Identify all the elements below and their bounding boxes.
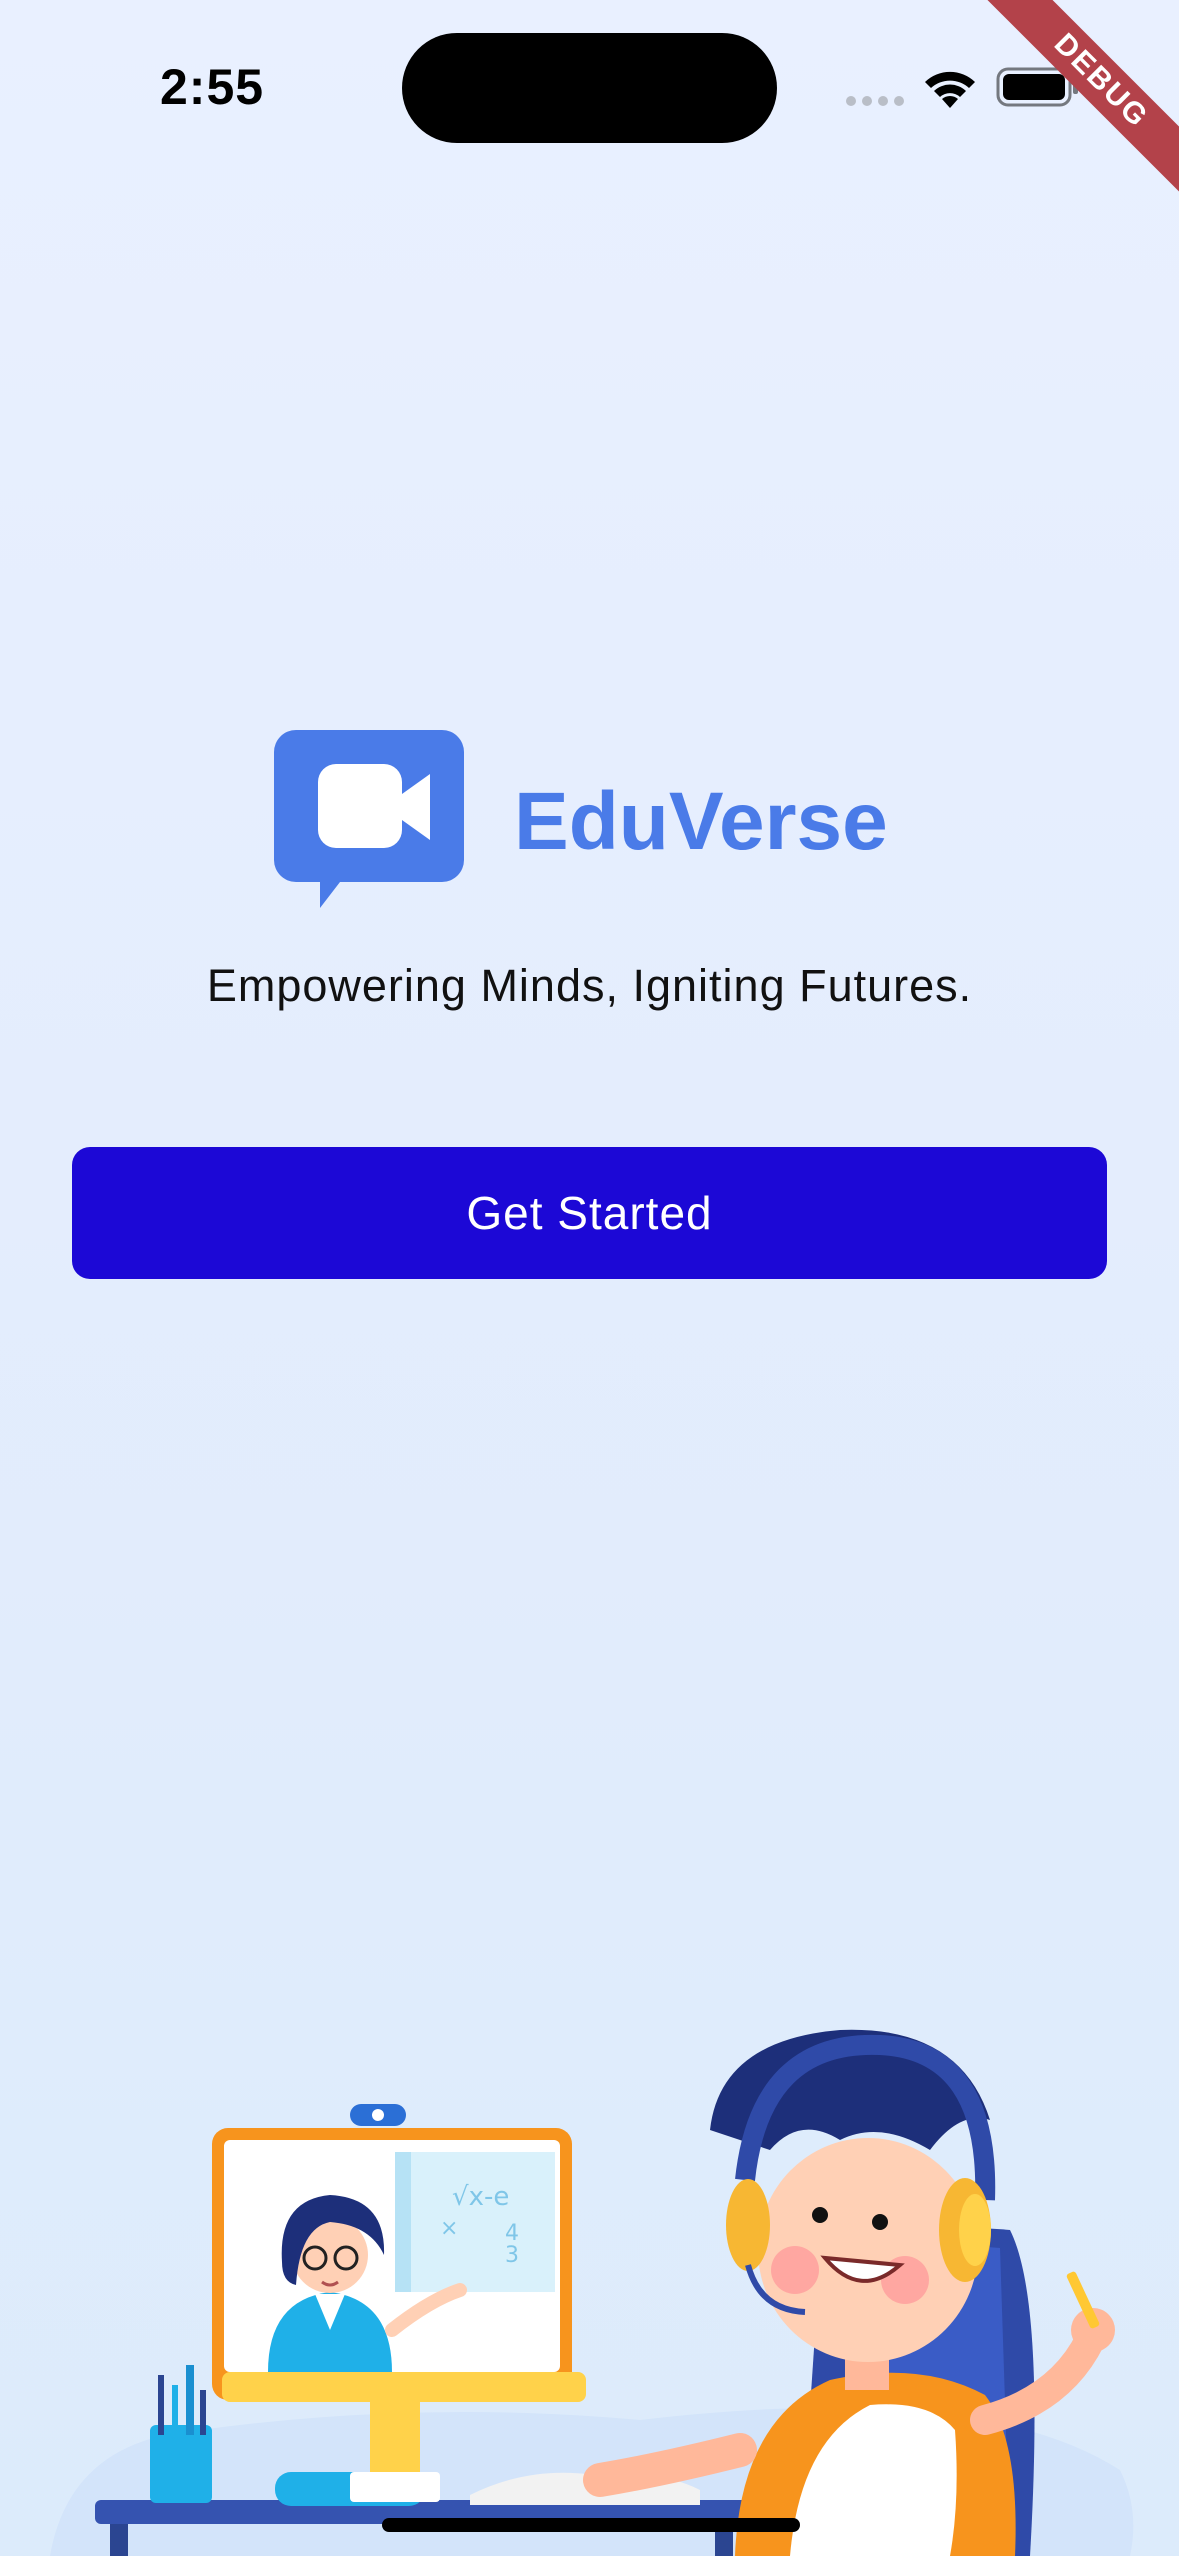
svg-text:3: 3: [505, 2243, 519, 2268]
status-bar: 2:55 DEBUG: [0, 0, 1179, 200]
get-started-button[interactable]: Get Started: [72, 1147, 1107, 1279]
brand-header: EduVerse: [274, 730, 974, 910]
video-chat-icon: [274, 730, 464, 908]
svg-text:√x-e: √x-e: [452, 2182, 509, 2212]
cellular-signal-icon: [846, 96, 904, 106]
wifi-icon: [925, 71, 975, 108]
app-name: EduVerse: [514, 776, 888, 867]
debug-label: DEBUG: [979, 0, 1179, 200]
tagline: Empowering Minds, Igniting Futures.: [206, 960, 973, 1011]
dynamic-island: [402, 33, 777, 143]
home-indicator[interactable]: [382, 2518, 800, 2532]
student-online-class-illustration: √x-e × 4 3: [50, 2029, 1134, 2556]
svg-text:×: ×: [440, 2216, 458, 2241]
status-time: 2:55: [160, 59, 265, 115]
debug-ribbon: DEBUG: [979, 0, 1179, 200]
